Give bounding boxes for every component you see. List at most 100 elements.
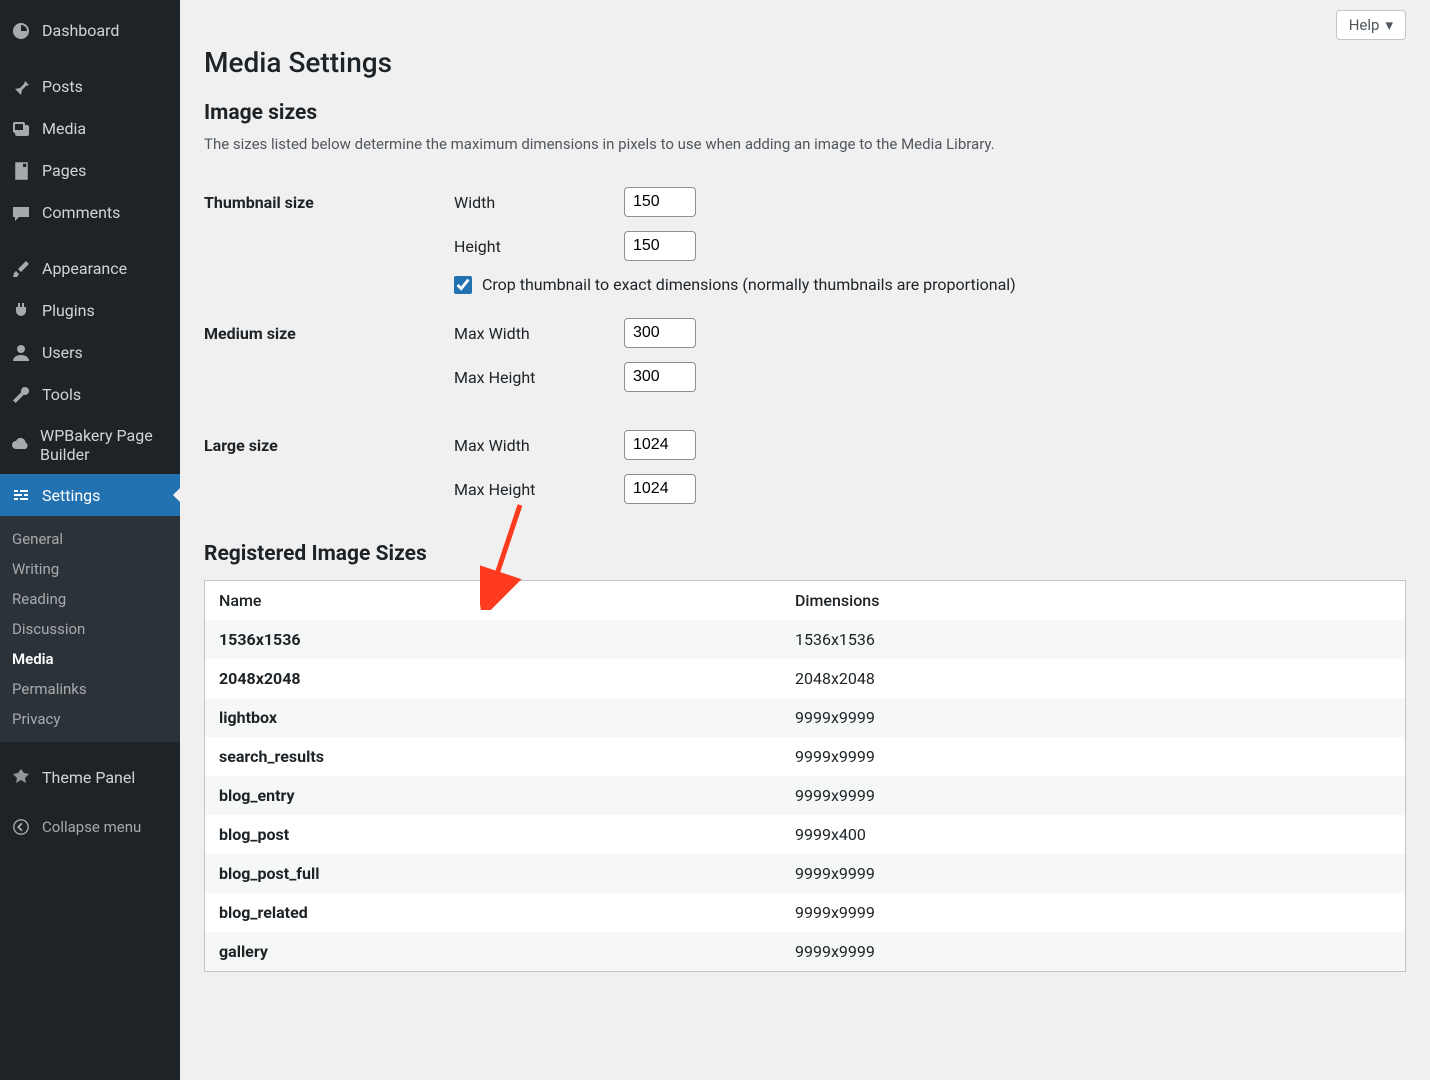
sidebar-item-label: Plugins	[42, 301, 95, 320]
medium-height-input[interactable]	[624, 362, 696, 392]
image-sizes-desc: The sizes listed below determine the max…	[204, 135, 1406, 153]
sidebar-item-tools[interactable]: Tools	[0, 374, 180, 416]
image-sizes-form: Thumbnail size Width Height Crop thumbna…	[204, 175, 1406, 530]
sidebar-item-dashboard[interactable]: Dashboard	[0, 10, 180, 52]
sidebar-item-media[interactable]: Media	[0, 108, 180, 150]
table-row: lightbox9999x9999	[205, 698, 1406, 737]
size-dimensions: 9999x9999	[781, 776, 1406, 815]
size-name: blog_related	[205, 893, 781, 932]
size-name: search_results	[205, 737, 781, 776]
sidebar-item-label: Appearance	[42, 259, 127, 278]
sidebar-item-label: Tools	[42, 385, 81, 404]
sidebar-item-theme-panel[interactable]: Theme Panel	[0, 756, 180, 798]
large-width-input[interactable]	[624, 430, 696, 460]
large-width-label: Max Width	[454, 436, 624, 455]
sidebar-item-wpbakery[interactable]: WPBakery Page Builder	[0, 416, 180, 474]
submenu-discussion[interactable]: Discussion	[0, 614, 180, 644]
registered-sizes-heading: Registered Image Sizes	[204, 542, 1406, 566]
collapse-menu[interactable]: Collapse menu	[0, 806, 180, 848]
table-row: gallery9999x9999	[205, 932, 1406, 972]
comment-icon	[10, 202, 32, 224]
registered-sizes-table: Name Dimensions 1536x15361536x15362048x2…	[204, 580, 1406, 972]
submenu-writing[interactable]: Writing	[0, 554, 180, 584]
cloud-icon	[10, 434, 30, 456]
admin-sidebar: Dashboard Posts Media Pages Comments App…	[0, 0, 180, 1080]
help-tab[interactable]: Help ▾	[1336, 10, 1406, 40]
sidebar-item-label: Media	[42, 119, 86, 138]
size-name: gallery	[205, 932, 781, 972]
sidebar-item-settings[interactable]: Settings	[0, 474, 180, 516]
sidebar-item-label: Comments	[42, 203, 120, 222]
size-dimensions: 9999x9999	[781, 854, 1406, 893]
plug-icon	[10, 300, 32, 322]
table-row: blog_entry9999x9999	[205, 776, 1406, 815]
sidebar-item-users[interactable]: Users	[0, 332, 180, 374]
brush-icon	[10, 258, 32, 280]
dashboard-icon	[10, 20, 32, 42]
col-dimensions: Dimensions	[781, 581, 1406, 621]
large-height-input[interactable]	[624, 474, 696, 504]
size-dimensions: 1536x1536	[781, 620, 1406, 659]
size-dimensions: 9999x9999	[781, 932, 1406, 972]
medium-width-input[interactable]	[624, 318, 696, 348]
table-row: 1536x15361536x1536	[205, 620, 1406, 659]
theme-icon	[10, 766, 32, 788]
thumbnail-width-input[interactable]	[624, 187, 696, 217]
collapse-label: Collapse menu	[42, 818, 141, 836]
image-sizes-heading: Image sizes	[204, 101, 1406, 125]
sidebar-item-appearance[interactable]: Appearance	[0, 248, 180, 290]
size-name: 1536x1536	[205, 620, 781, 659]
size-dimensions: 2048x2048	[781, 659, 1406, 698]
wrench-icon	[10, 384, 32, 406]
submenu-general[interactable]: General	[0, 524, 180, 554]
sidebar-item-label: Pages	[42, 161, 86, 180]
table-row: blog_post_full9999x9999	[205, 854, 1406, 893]
thumbnail-crop-label: Crop thumbnail to exact dimensions (norm…	[482, 275, 1016, 294]
chevron-down-icon: ▾	[1385, 16, 1393, 34]
size-name: 2048x2048	[205, 659, 781, 698]
medium-size-label: Medium size	[204, 306, 454, 418]
thumbnail-size-label: Thumbnail size	[204, 175, 454, 306]
thumbnail-crop-checkbox[interactable]	[454, 276, 472, 294]
thumbnail-height-input[interactable]	[624, 231, 696, 261]
table-row: search_results9999x9999	[205, 737, 1406, 776]
page-title: Media Settings	[204, 46, 1406, 79]
size-name: blog_post	[205, 815, 781, 854]
submenu-permalinks[interactable]: Permalinks	[0, 674, 180, 704]
content-body: Help ▾ Media Settings Image sizes The si…	[180, 0, 1430, 1080]
sidebar-item-label: Dashboard	[42, 21, 119, 40]
thumbnail-height-label: Height	[454, 237, 624, 256]
submenu-reading[interactable]: Reading	[0, 584, 180, 614]
size-dimensions: 9999x9999	[781, 737, 1406, 776]
sidebar-item-plugins[interactable]: Plugins	[0, 290, 180, 332]
sidebar-item-label: WPBakery Page Builder	[40, 426, 170, 464]
user-icon	[10, 342, 32, 364]
thumbnail-width-label: Width	[454, 193, 624, 212]
sidebar-item-label: Settings	[42, 486, 100, 505]
media-icon	[10, 118, 32, 140]
settings-submenu: General Writing Reading Discussion Media…	[0, 516, 180, 742]
size-dimensions: 9999x9999	[781, 893, 1406, 932]
size-dimensions: 9999x400	[781, 815, 1406, 854]
large-size-label: Large size	[204, 418, 454, 530]
collapse-icon	[10, 816, 32, 838]
submenu-privacy[interactable]: Privacy	[0, 704, 180, 734]
sliders-icon	[10, 484, 32, 506]
large-height-label: Max Height	[454, 480, 624, 499]
pages-icon	[10, 160, 32, 182]
sidebar-item-label: Theme Panel	[42, 768, 135, 787]
submenu-media[interactable]: Media	[0, 644, 180, 674]
pin-icon	[10, 76, 32, 98]
sidebar-item-pages[interactable]: Pages	[0, 150, 180, 192]
sidebar-item-label: Users	[42, 343, 83, 362]
sidebar-item-comments[interactable]: Comments	[0, 192, 180, 234]
sidebar-item-posts[interactable]: Posts	[0, 66, 180, 108]
table-row: blog_related9999x9999	[205, 893, 1406, 932]
size-dimensions: 9999x9999	[781, 698, 1406, 737]
sidebar-item-label: Posts	[42, 77, 83, 96]
size-name: blog_post_full	[205, 854, 781, 893]
table-row: 2048x20482048x2048	[205, 659, 1406, 698]
help-label: Help	[1349, 16, 1380, 34]
medium-height-label: Max Height	[454, 368, 624, 387]
size-name: blog_entry	[205, 776, 781, 815]
